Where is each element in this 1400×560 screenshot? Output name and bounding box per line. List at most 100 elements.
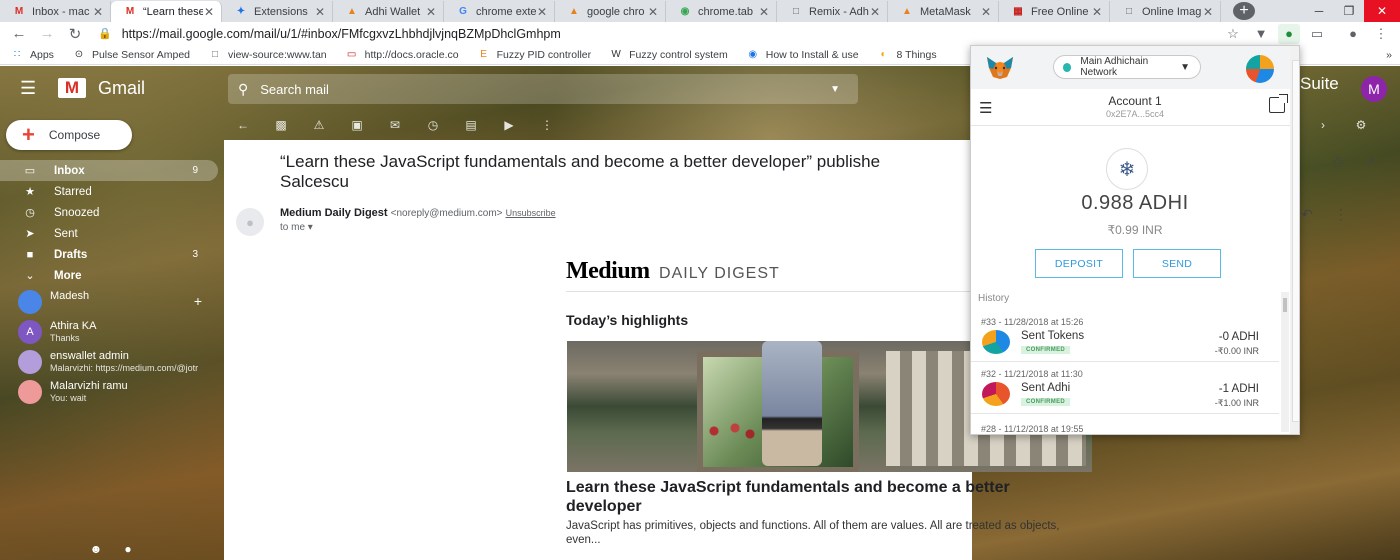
bookmark-item[interactable]: ▭ http://docs.oracle.co [345, 49, 459, 61]
filter-extension-icon[interactable]: ▼ [1250, 24, 1272, 44]
next-message-icon[interactable]: › [1304, 118, 1342, 132]
account-avatar[interactable]: M [1361, 76, 1387, 102]
browser-tab[interactable]: M Inbox - mac ✕ [0, 1, 111, 22]
nav-item-inbox[interactable]: ▭ Inbox 9 [0, 160, 218, 181]
new-chat-icon[interactable]: + [194, 293, 202, 309]
contacts-icon[interactable]: ☻ [80, 542, 112, 556]
url-text[interactable]: https://mail.google.com/mail/u/1/#inbox/… [122, 27, 561, 41]
bookmark-star-icon[interactable]: ☆ [1222, 24, 1244, 44]
back-to-inbox-icon[interactable]: ← [224, 118, 262, 132]
history-item[interactable]: #33 - 11/28/2018 at 15:26 Sent Tokens CONF… [971, 310, 1279, 362]
main-menu-icon[interactable]: ☰ [20, 78, 40, 99]
bookmark-item[interactable]: ∷ Apps [10, 49, 54, 61]
tab-close-icon[interactable]: ✕ [1202, 5, 1214, 19]
tab-close-icon[interactable]: ✕ [425, 5, 437, 19]
tab-close-icon[interactable]: ✕ [314, 5, 326, 19]
archive-icon[interactable]: ▩ [262, 118, 300, 132]
browser-tab[interactable]: Gchrome exte ✕ [444, 1, 555, 22]
hangouts-contact[interactable]: Malarvizhi ramu You: wait [0, 380, 222, 404]
nav-item-starred[interactable]: ★ Starred [0, 181, 218, 202]
bookmark-item[interactable]: ◉ How to Install & use [746, 49, 858, 61]
nav-item-drafts[interactable]: ■ Drafts 3 [0, 244, 218, 265]
deposit-button[interactable]: DEPOSIT [1035, 249, 1123, 278]
bookmark-item[interactable]: W Fuzzy control system [609, 49, 727, 61]
expand-view-icon[interactable] [1269, 94, 1288, 113]
menu-dots-icon[interactable]: ⋮ [1370, 24, 1392, 44]
hangouts-contact[interactable]: A Athira KA Thanks [0, 320, 222, 344]
minimize-button[interactable]: ─ [1304, 0, 1334, 22]
search-options-icon[interactable]: ▼ [830, 84, 840, 95]
hangouts-contact[interactable]: enswallet admin Malarvizhi: https://mediu… [0, 350, 222, 374]
nav-item-snoozed[interactable]: ◷ Snoozed [0, 202, 218, 223]
browser-tab[interactable]: ▲ MetaMask ✕ [888, 1, 999, 22]
browser-tab[interactable]: ◉ chrome.tab ✕ [666, 1, 777, 22]
article-title[interactable]: Learn these JavaScript fundamentals and … [566, 478, 1086, 516]
report-spam-icon[interactable]: ⚠ [300, 118, 338, 132]
bookmark-item[interactable]: □ view-source:www.tan [208, 49, 327, 61]
tab-close-icon[interactable]: ✕ [980, 5, 992, 19]
settings-gear-icon[interactable]: ⚙ [1342, 118, 1380, 132]
bookmark-item[interactable]: ◐ 8 Things [877, 49, 937, 61]
bookmark-item[interactable]: E Fuzzy PID controller [477, 49, 591, 61]
snooze-icon[interactable]: ◷ [414, 118, 452, 132]
label-icon[interactable]: ▶ [490, 118, 528, 132]
search-icon[interactable]: ⚲ [238, 81, 248, 98]
profile-icon[interactable]: ● [1342, 24, 1364, 44]
back-icon[interactable]: ← [8, 23, 30, 45]
metamask-extension-icon[interactable]: ● [1278, 23, 1300, 44]
browser-tab[interactable]: M “Learn these ✕ [111, 1, 222, 22]
compose-button[interactable]: + Compose [6, 120, 132, 150]
reload-icon[interactable]: ↻ [64, 23, 86, 45]
chat-icon[interactable]: ● [112, 542, 144, 556]
account-name[interactable]: Account 1 [971, 94, 1299, 108]
recipient-line[interactable]: to me ▾ [280, 222, 313, 233]
gmail-logo[interactable]: M Gmail [58, 78, 145, 99]
delete-icon[interactable]: ▣ [338, 118, 376, 132]
tab-close-icon[interactable]: ✕ [869, 5, 881, 19]
message-more-icon[interactable]: ⋮ [1324, 206, 1358, 223]
tab-close-icon[interactable]: ✕ [1091, 5, 1103, 19]
browser-tab[interactable]: ✦ Extensions ✕ [222, 1, 333, 22]
extension-icon[interactable]: ▭ [1306, 24, 1328, 44]
mark-unread-icon[interactable]: ✉ [376, 118, 414, 132]
browser-tab[interactable]: ▦ Free Online ✕ [999, 1, 1110, 22]
bookmark-item[interactable]: ⊙ Pulse Sensor Amped [72, 49, 190, 61]
search-bar[interactable]: ⚲ Search mail ▼ [228, 74, 858, 104]
nav-item-sent[interactable]: ➤ Sent [0, 223, 218, 244]
tab-label: Inbox - mac [32, 5, 90, 18]
history-item[interactable]: #32 - 11/21/2018 at 11:30 Sent Adhi CONFIR… [971, 362, 1279, 414]
restore-button[interactable]: ❐ [1334, 0, 1364, 22]
account-address[interactable]: 0x2E7A...5cc4 [971, 109, 1299, 119]
tab-close-icon[interactable]: ✕ [758, 5, 770, 19]
new-tab-button[interactable]: + [1233, 2, 1255, 20]
close-window-button[interactable]: ✕ [1364, 0, 1400, 22]
network-selector[interactable]: Main Adhichain Network ▼ [1053, 55, 1201, 79]
history-scrollbar[interactable] [1281, 292, 1289, 432]
tab-favicon-icon: ✦ [236, 6, 246, 17]
search-input[interactable]: Search mail [260, 82, 329, 97]
nav-item-more[interactable]: ⌄ More [0, 265, 218, 286]
browser-tab[interactable]: ▲ Adhi Wallet ✕ [333, 1, 444, 22]
history-partial-item[interactable]: #28 - 11/12/2018 at 19:55 [981, 424, 1083, 434]
browser-tab[interactable]: □ Online Imag ✕ [1110, 1, 1221, 22]
address-bar[interactable]: 🔒 https://mail.google.com/mail/u/1/#inbo… [92, 23, 1216, 45]
hangouts-contact[interactable]: Madesh + [0, 290, 222, 314]
more-actions-icon[interactable]: ⋮ [528, 118, 566, 132]
move-to-icon[interactable]: ▤ [452, 118, 490, 132]
tab-close-icon[interactable]: ✕ [203, 5, 215, 19]
medium-logo[interactable]: Medium [566, 258, 650, 284]
tab-close-icon[interactable]: ✕ [647, 5, 659, 19]
browser-tab[interactable]: ▲ google chro ✕ [555, 1, 666, 22]
print-icon[interactable]: ⎙ [1322, 154, 1354, 170]
identicon-avatar[interactable] [1246, 55, 1274, 83]
open-new-window-icon[interactable]: ↗ [1354, 154, 1386, 170]
unsubscribe-link[interactable]: Unsubscribe [506, 208, 556, 218]
popup-scrollbar[interactable] [1290, 46, 1299, 434]
tab-close-icon[interactable]: ✕ [536, 5, 548, 19]
forward-icon[interactable]: → [36, 23, 58, 45]
send-button[interactable]: SEND [1133, 249, 1221, 278]
tab-close-icon[interactable]: ✕ [92, 5, 104, 19]
browser-tab[interactable]: □ Remix - Adh ✕ [777, 1, 888, 22]
email-subject-line1: “Learn these JavaScript fundamentals and… [280, 152, 881, 171]
bookmarks-overflow-icon[interactable]: » [1386, 49, 1392, 61]
